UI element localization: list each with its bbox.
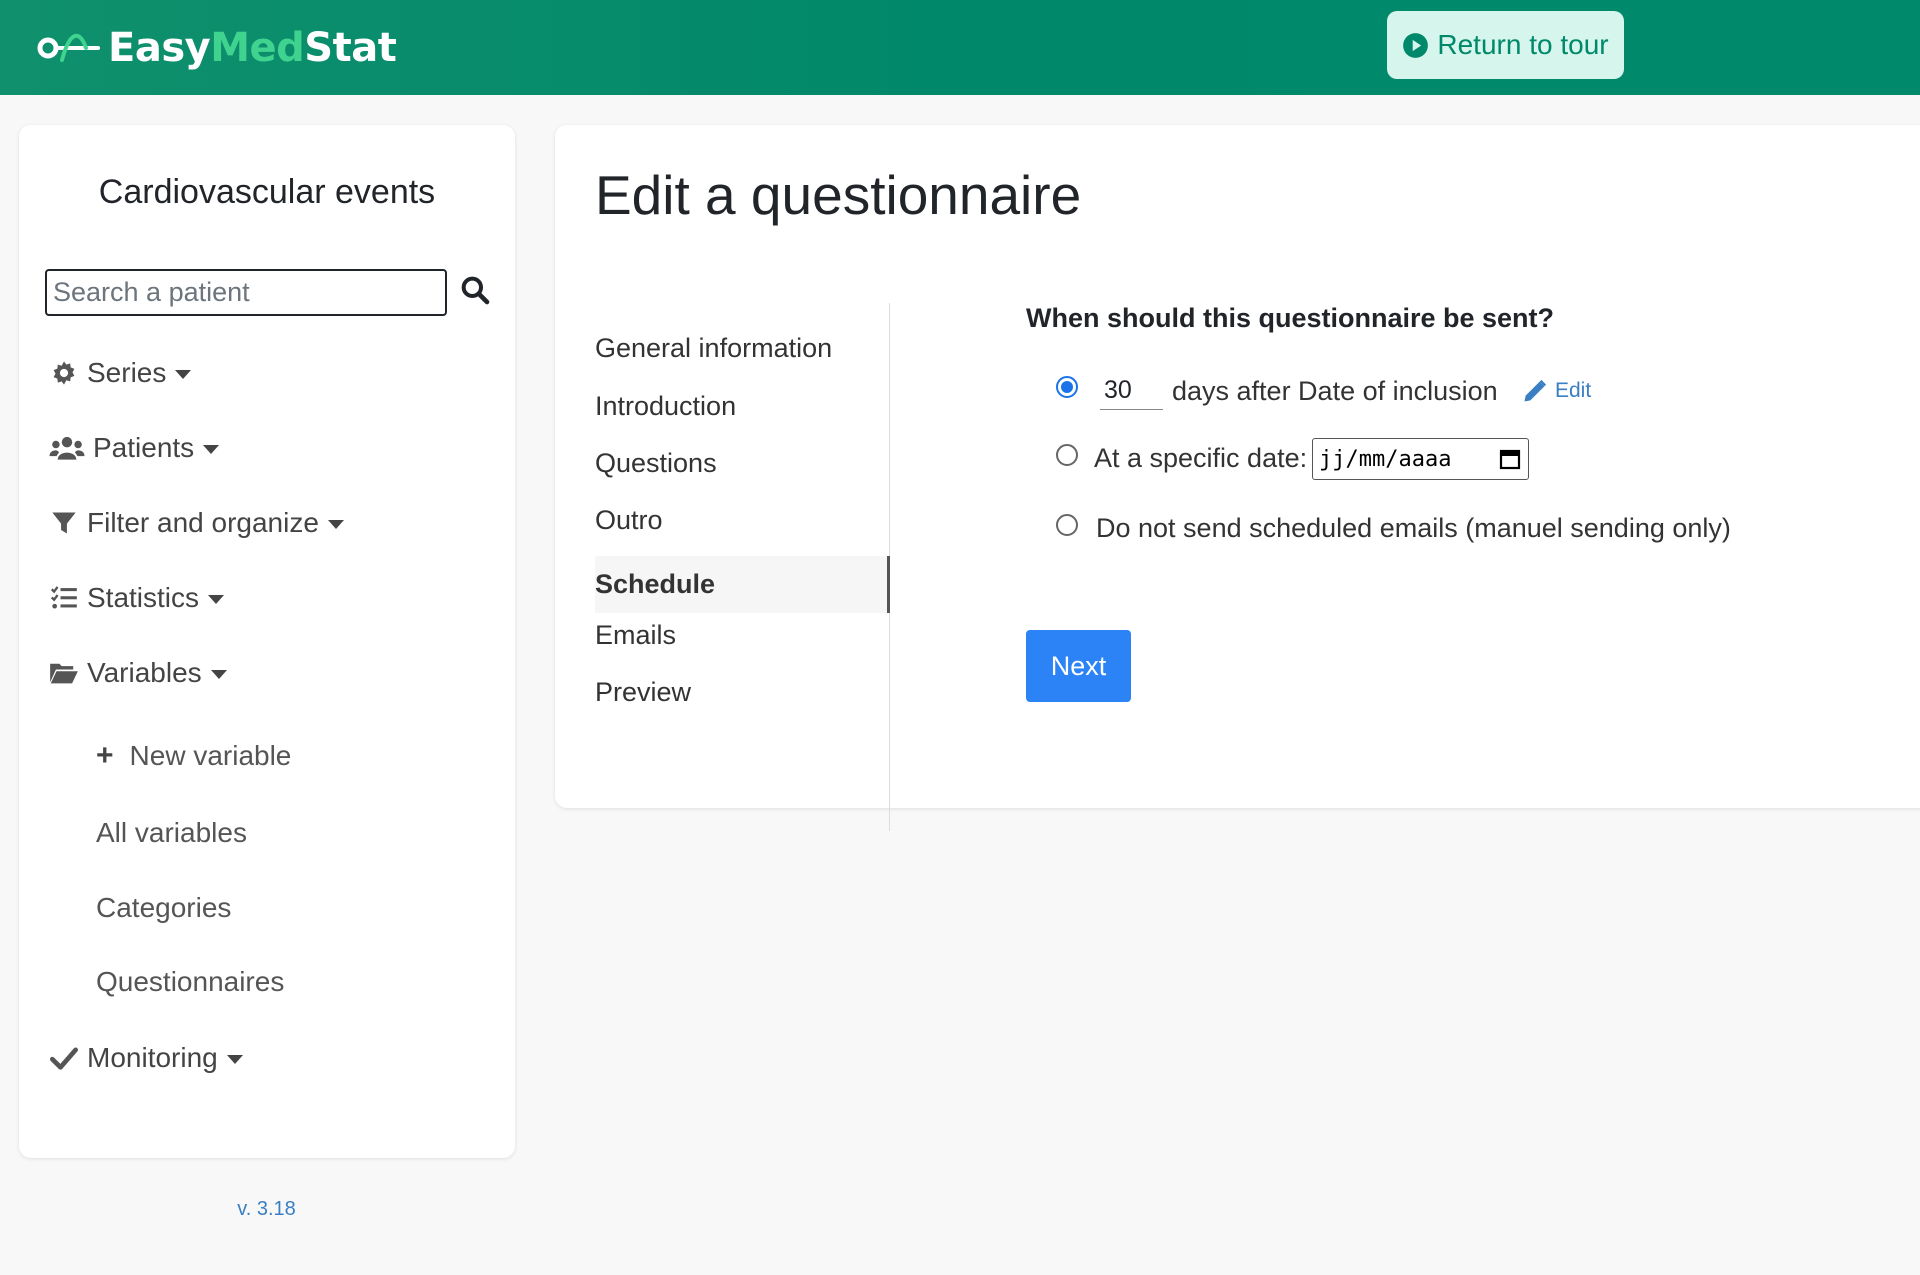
check-icon: [50, 1047, 78, 1070]
step-schedule[interactable]: Schedule: [595, 556, 890, 613]
nav-patients[interactable]: Patients: [49, 432, 220, 464]
radio-specific-date[interactable]: [1056, 444, 1078, 466]
nav-series[interactable]: Series: [49, 357, 192, 389]
caret-down-icon: [208, 595, 225, 604]
questionnaire-step-nav: General information Introduction Questio…: [555, 303, 890, 831]
pencil-icon: [1524, 379, 1547, 402]
step-schedule-label: Schedule: [595, 569, 716, 599]
calendar-icon[interactable]: [1498, 447, 1522, 471]
gear-icon: [53, 361, 75, 385]
nav-series-label: Series: [87, 357, 167, 388]
version-label[interactable]: v. 3.18: [0, 1198, 533, 1221]
date-input[interactable]: jj/mm/aaaa: [1312, 438, 1529, 480]
caret-down-icon: [175, 370, 192, 379]
step-emails[interactable]: Emails: [595, 620, 676, 651]
nav-monitoring[interactable]: Monitoring: [49, 1042, 243, 1074]
radio-no-scheduled-emails[interactable]: [1056, 514, 1078, 536]
nav-variables-label: Variables: [87, 657, 202, 688]
next-button[interactable]: Next: [1026, 630, 1131, 702]
app-header: EasyMedStat Return to tour: [0, 0, 1920, 95]
return-to-tour-button[interactable]: Return to tour: [1387, 11, 1624, 79]
date-input-placeholder: jj/mm/aaaa: [1319, 446, 1452, 472]
nav-filter-and-organize[interactable]: Filter and organize: [49, 507, 344, 539]
categories-link[interactable]: Categories: [96, 892, 231, 924]
caret-down-icon: [327, 520, 344, 529]
main-card: Edit a questionnaire General information…: [555, 125, 1920, 831]
project-title: Cardiovascular events: [98, 173, 436, 211]
page-title: Edit a questionnaire: [595, 164, 1082, 226]
plus-icon: +: [96, 739, 114, 772]
step-general-information[interactable]: General information: [595, 333, 832, 364]
stethoscope-logo-icon: [37, 33, 100, 62]
new-variable-label: New variable: [129, 740, 292, 771]
schedule-question: When should this questionnaire be sent?: [1026, 303, 1555, 333]
sidebar: Cardiovascular events Series Patients Fi…: [19, 125, 515, 1158]
step-outro[interactable]: Outro: [595, 505, 663, 536]
list-check-icon: [50, 586, 77, 609]
days-after-text: days after Date of inclusion: [1172, 376, 1498, 406]
caret-down-icon: [203, 445, 220, 454]
specific-date-text: At a specific date:: [1094, 443, 1308, 473]
filter-icon: [52, 512, 76, 534]
edit-label: Edit: [1555, 379, 1592, 402]
all-variables-link[interactable]: All variables: [96, 817, 247, 849]
nav-monitoring-label: Monitoring: [87, 1042, 218, 1073]
search-patient-input[interactable]: [45, 269, 447, 316]
caret-down-icon: [226, 1055, 243, 1064]
return-to-tour-label: Return to tour: [1437, 29, 1609, 60]
nav-statistics-label: Statistics: [87, 582, 200, 613]
users-icon: [49, 436, 85, 460]
logo[interactable]: EasyMedStat: [36, 20, 397, 75]
edit-reference-date-link[interactable]: Edit: [1521, 377, 1591, 405]
nav-statistics[interactable]: Statistics: [49, 582, 225, 614]
step-preview[interactable]: Preview: [595, 677, 691, 708]
days-input[interactable]: [1100, 372, 1163, 410]
step-questions[interactable]: Questions: [595, 448, 717, 479]
no-scheduled-emails-text: Do not send scheduled emails (manuel sen…: [1096, 513, 1731, 543]
folder-open-icon: [50, 663, 78, 684]
questionnaires-link[interactable]: Questionnaires: [96, 966, 284, 998]
nav-filter-label: Filter and organize: [87, 507, 319, 538]
new-variable-link[interactable]: + New variable: [96, 739, 291, 773]
play-circle-icon: [1403, 32, 1429, 58]
nav-variables[interactable]: Variables: [49, 657, 227, 689]
logo-text: EasyMedStat: [108, 24, 397, 71]
caret-down-icon: [210, 670, 227, 679]
search-icon[interactable]: [459, 273, 491, 307]
step-introduction[interactable]: Introduction: [595, 391, 736, 422]
radio-days-after[interactable]: [1056, 376, 1078, 398]
nav-patients-label: Patients: [93, 432, 195, 463]
